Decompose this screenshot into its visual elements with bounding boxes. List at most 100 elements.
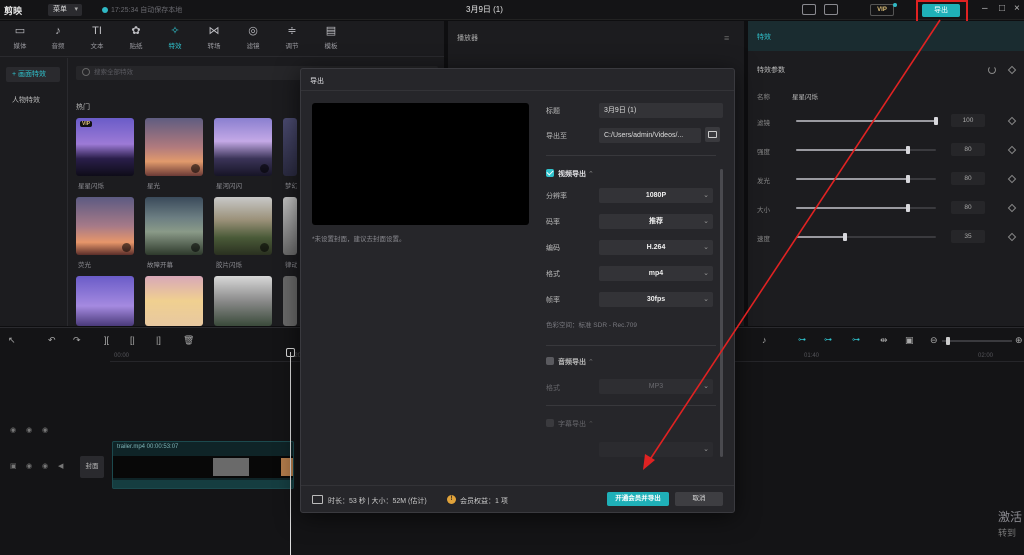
menu-button[interactable]: 菜单 ▾ [48, 4, 82, 16]
download-icon[interactable] [191, 243, 200, 252]
folder-button[interactable] [705, 127, 720, 142]
bitrate-select[interactable]: 推荐 ⌄ [599, 214, 713, 229]
slider-handle[interactable] [934, 117, 938, 125]
param-value-input[interactable]: 100 [951, 114, 985, 127]
format-select[interactable]: mp4 ⌄ [599, 266, 713, 281]
eye-icon[interactable]: ◉ [42, 426, 48, 434]
audio-export-checkbox[interactable] [546, 357, 554, 365]
slider-handle[interactable] [906, 175, 910, 183]
tab-filter[interactable]: ◎ 滤镜 [235, 25, 271, 50]
effect-card[interactable] [283, 197, 297, 255]
tab-audio[interactable]: ♪ 音频 [40, 25, 76, 50]
effect-card[interactable] [76, 197, 134, 255]
effect-card[interactable] [145, 197, 203, 255]
minimize-icon[interactable]: – [982, 3, 988, 14]
param-value-input[interactable]: 80 [951, 172, 985, 185]
zoom-handle[interactable] [946, 337, 950, 345]
keyframe-icon[interactable] [1007, 232, 1017, 242]
effect-card[interactable] [214, 276, 272, 326]
video-clip[interactable]: trailer.mp4 00:00:53:07 [112, 441, 294, 489]
tab-transition[interactable]: ⋈ 转场 [196, 25, 232, 50]
subtitle-export-checkbox[interactable] [546, 419, 554, 427]
tab-effects[interactable]: ✧ 特效 [157, 25, 193, 50]
effect-card[interactable] [145, 276, 203, 326]
split-screen-icon[interactable]: ⇹ [880, 335, 888, 346]
sidebar-item-screen-effects[interactable]: + 画面特效 [6, 67, 60, 82]
cover-button[interactable]: 封面 [80, 456, 104, 478]
shortcut-icon[interactable] [802, 4, 816, 15]
keyframe-icon[interactable] [1007, 65, 1017, 75]
member-info-icon[interactable]: ! [447, 495, 456, 504]
vip-button[interactable]: VIP [870, 4, 894, 16]
effect-card[interactable] [145, 118, 203, 176]
title-input[interactable]: 3月9日 (1) [599, 103, 723, 118]
keyframe-icon[interactable] [1007, 174, 1017, 184]
link-icon[interactable]: ⊶ [798, 335, 806, 344]
zoom-slider[interactable] [942, 337, 1012, 345]
path-input[interactable]: C:/Users/admin/Videos/... [599, 128, 701, 143]
param-value-input[interactable]: 35 [951, 230, 985, 243]
hide-icon[interactable]: ◉ [26, 462, 32, 470]
cover-preview[interactable] [312, 103, 529, 225]
keyframe-icon[interactable] [1007, 145, 1017, 155]
chevron-up-icon[interactable]: ⌃ [588, 359, 594, 366]
tab-sticker[interactable]: ✿ 贴纸 [118, 25, 154, 50]
zoom-in-icon[interactable]: ⊕ [1015, 335, 1023, 346]
chevron-up-icon[interactable]: ⌃ [588, 171, 594, 178]
effect-card[interactable] [283, 276, 297, 326]
trim-right-icon[interactable]: |] [156, 335, 161, 345]
effect-card[interactable] [283, 118, 297, 176]
keyframe-icon[interactable] [1007, 116, 1017, 126]
eye-icon[interactable]: ◉ [42, 462, 48, 470]
download-icon[interactable] [122, 243, 131, 252]
maximize-icon[interactable]: □ [999, 3, 1005, 14]
download-icon[interactable] [191, 164, 200, 173]
magnet-icon[interactable]: ⊶ [824, 335, 832, 344]
tab-text[interactable]: TI 文本 [79, 25, 115, 50]
framerate-select[interactable]: 30fps ⌄ [599, 292, 713, 307]
preview-icon[interactable]: ▣ [905, 335, 914, 346]
param-value-input[interactable]: 80 [951, 201, 985, 214]
snap-icon[interactable]: ⊶ [852, 335, 860, 344]
zoom-out-icon[interactable]: ⊖ [930, 335, 938, 346]
sidebar-item-person-effects[interactable]: 人物特效 [6, 93, 60, 108]
effect-card[interactable] [214, 118, 272, 176]
codec-select[interactable]: H.264 ⌄ [599, 240, 713, 255]
reset-icon[interactable] [988, 66, 996, 74]
slider-handle[interactable] [906, 204, 910, 212]
param-slider[interactable] [796, 117, 938, 125]
mute-icon[interactable]: ◀ [58, 462, 63, 470]
hide-icon[interactable]: ◉ [26, 426, 32, 434]
layout-icon[interactable] [824, 4, 838, 15]
video-export-checkbox[interactable] [546, 169, 554, 177]
trim-left-icon[interactable]: [| [130, 335, 135, 345]
download-icon[interactable] [260, 164, 269, 173]
param-slider[interactable] [796, 204, 936, 212]
resolution-select[interactable]: 1080P ⌄ [599, 188, 713, 203]
split-icon[interactable]: ][ [104, 335, 109, 345]
effect-card[interactable] [76, 276, 134, 326]
effect-card[interactable] [214, 197, 272, 255]
undo-icon[interactable]: ↶ [48, 335, 56, 346]
param-value-input[interactable]: 80 [951, 143, 985, 156]
keyframe-icon[interactable] [1007, 203, 1017, 213]
effect-card[interactable]: VIP [76, 118, 134, 176]
slider-handle[interactable] [906, 146, 910, 154]
download-icon[interactable] [260, 243, 269, 252]
tab-adjust[interactable]: ≑ 调节 [274, 25, 310, 50]
param-slider[interactable] [796, 146, 936, 154]
tab-template[interactable]: ▤ 模板 [313, 25, 349, 50]
tab-media[interactable]: ▭ 媒体 [2, 25, 38, 50]
chevron-up-icon[interactable]: ⌃ [588, 421, 594, 428]
close-icon[interactable]: × [1014, 3, 1020, 14]
lock-icon[interactable]: ▣ [10, 462, 17, 470]
cancel-button[interactable]: 取消 [675, 492, 723, 506]
param-slider[interactable] [796, 233, 936, 241]
select-tool-icon[interactable]: ↖ [8, 335, 16, 346]
slider-handle[interactable] [843, 233, 847, 241]
param-slider[interactable] [796, 175, 936, 183]
subtitle-format-select[interactable]: ⌄ [599, 442, 713, 457]
redo-icon[interactable]: ↷ [73, 335, 81, 346]
lock-icon[interactable]: ◉ [10, 426, 16, 434]
dialog-scrollbar[interactable] [720, 169, 723, 457]
